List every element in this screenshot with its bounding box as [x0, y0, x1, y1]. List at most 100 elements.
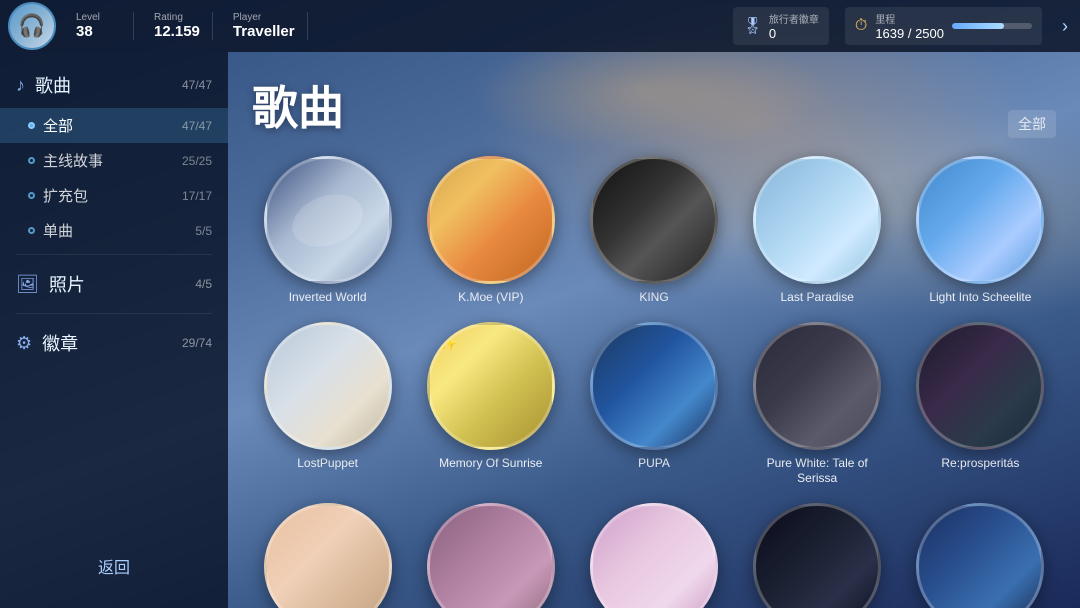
sidebar-item-badges[interactable]: ⚙ 徽章 29/74	[0, 320, 228, 366]
song-cover-reverie	[264, 503, 392, 608]
song-item-purewhite[interactable]: Pure White: Tale of Serissa	[742, 322, 893, 487]
song-title-sunrise: Memory Of Sunrise	[439, 456, 542, 472]
song-cover-row3-1	[590, 503, 718, 608]
rating-label: Rating	[154, 12, 200, 23]
song-cover-sunrise	[427, 322, 555, 450]
song-item-last-paradise[interactable]: Last Paradise	[742, 156, 893, 306]
cover-art	[430, 159, 552, 281]
song-item-row3-1[interactable]	[578, 503, 729, 608]
song-item-king[interactable]: KING	[578, 156, 729, 306]
main-content: 歌曲 全部 Inverted World K.Moe (VIP) KING Last …	[228, 52, 1080, 608]
photos-label: 照片	[49, 271, 85, 297]
filter-button[interactable]: 全部	[1008, 110, 1056, 138]
song-item-reprospero[interactable]: Re:prosperitás	[905, 322, 1056, 487]
main-story-count: 25/25	[182, 154, 212, 168]
topbar: 🎧 Level 38 Rating 12.159 Player Travelle…	[0, 0, 1080, 52]
all-count: 47/47	[182, 119, 212, 133]
singles-count: 5/5	[195, 224, 212, 238]
topbar-arrow[interactable]: ›	[1058, 12, 1072, 41]
all-label: 全部	[43, 115, 73, 136]
songs-count: 47/47	[182, 78, 212, 92]
song-title-king: KING	[639, 290, 668, 306]
dot-icon	[28, 122, 35, 129]
cover-art	[919, 159, 1041, 281]
song-title-lostpuppet: LostPuppet	[297, 456, 358, 472]
dot-icon	[28, 227, 35, 234]
song-item-row3-2[interactable]	[742, 503, 893, 608]
song-grid: Inverted World K.Moe (VIP) KING Last Paradi…	[252, 156, 1056, 608]
badge-icon: 🎖	[743, 16, 763, 36]
song-item-row3-3[interactable]	[905, 503, 1056, 608]
cover-art	[267, 506, 389, 608]
cover-art	[756, 159, 878, 281]
song-title-kmoe: K.Moe (VIP)	[458, 290, 523, 306]
song-cover-pupa	[590, 322, 718, 450]
sidebar: ♪ 歌曲 47/47 全部 47/47 主线故事 25/25 扩充包 17/17…	[0, 52, 228, 608]
badges-count: 29/74	[182, 336, 212, 350]
badges-label: 徽章	[42, 330, 78, 356]
expansion-count: 17/17	[182, 189, 212, 203]
photo-icon: 🖼	[16, 274, 39, 295]
cover-art	[593, 325, 715, 447]
song-title-inverted-world: Inverted World	[289, 290, 367, 306]
sidebar-item-all[interactable]: 全部 47/47	[0, 108, 228, 143]
topbar-level: Level 38	[64, 12, 134, 40]
song-cover-inverted-world	[264, 156, 392, 284]
photos-count: 4/5	[195, 277, 212, 291]
avatar[interactable]: 🎧	[8, 2, 56, 50]
song-cover-scheelite	[916, 156, 1044, 284]
cover-art	[430, 506, 552, 608]
song-cover-row3-3	[916, 503, 1044, 608]
sidebar-item-main-story[interactable]: 主线故事 25/25	[0, 143, 228, 178]
song-item-scheelite[interactable]: Light Into Scheelite	[905, 156, 1056, 306]
sidebar-item-photos[interactable]: 🖼 照片 4/5	[0, 261, 228, 307]
divider-1	[16, 254, 212, 255]
xp-bar	[952, 23, 1004, 29]
page-title: 歌曲	[252, 72, 344, 138]
song-cover-king	[590, 156, 718, 284]
player-label: Player	[233, 12, 295, 23]
page-header: 歌曲 全部	[252, 72, 1056, 138]
song-title-pupa: PUPA	[638, 456, 670, 472]
song-item-inverted-world[interactable]: Inverted World	[252, 156, 403, 306]
singles-label: 单曲	[43, 220, 73, 241]
cover-art	[593, 506, 715, 608]
expansion-label: 扩充包	[43, 185, 88, 206]
song-cover-last-paradise	[753, 156, 881, 284]
topbar-right: 🎖 旅行者徽章 0 ⏱ 里程 1639 / 2500 ›	[733, 7, 1072, 45]
level-value: 38	[76, 23, 121, 40]
song-item-lostpuppet[interactable]: LostPuppet	[252, 322, 403, 487]
song-item-reverie[interactable]: Reverie	[252, 503, 403, 608]
song-title-scheelite: Light Into Scheelite	[929, 290, 1031, 306]
topbar-player: Player Traveller	[221, 12, 308, 40]
dot-icon	[28, 157, 35, 164]
song-item-kmoe[interactable]: K.Moe (VIP)	[415, 156, 566, 306]
xp-bar-wrap	[952, 23, 1032, 29]
cover-art	[919, 506, 1041, 608]
level-label: Level	[76, 12, 121, 23]
song-item-sunrise[interactable]: Memory Of Sunrise	[415, 322, 566, 487]
cover-art	[267, 159, 389, 281]
xp-label: 里程	[875, 11, 944, 26]
cover-art	[756, 325, 878, 447]
xp-value: 1639 / 2500	[875, 26, 944, 41]
songs-label: 歌曲	[35, 72, 71, 98]
song-cover-lostpuppet	[264, 322, 392, 450]
badge-section: 🎖 旅行者徽章 0	[733, 7, 829, 45]
player-value: Traveller	[233, 23, 295, 40]
sidebar-item-songs[interactable]: ♪ 歌曲 47/47	[0, 62, 228, 108]
cover-art	[593, 159, 715, 281]
cover-art	[267, 325, 389, 447]
sidebar-item-expansion[interactable]: 扩充包 17/17	[0, 178, 228, 213]
song-cover-kmoe	[427, 156, 555, 284]
topbar-rating: Rating 12.159	[142, 12, 213, 40]
song-title-last-paradise: Last Paradise	[781, 290, 854, 306]
song-item-pupa[interactable]: PUPA	[578, 322, 729, 487]
badge-label: 旅行者徽章	[769, 11, 819, 26]
xp-icon: ⏱	[855, 17, 867, 35]
back-button[interactable]: 返回	[16, 546, 212, 586]
song-item-rewaked[interactable]: Re-waked from Abyss	[415, 503, 566, 608]
sidebar-item-singles[interactable]: 单曲 5/5	[0, 213, 228, 248]
badge-text: 旅行者徽章 0	[769, 11, 819, 41]
gear-icon: ⚙	[16, 333, 32, 354]
